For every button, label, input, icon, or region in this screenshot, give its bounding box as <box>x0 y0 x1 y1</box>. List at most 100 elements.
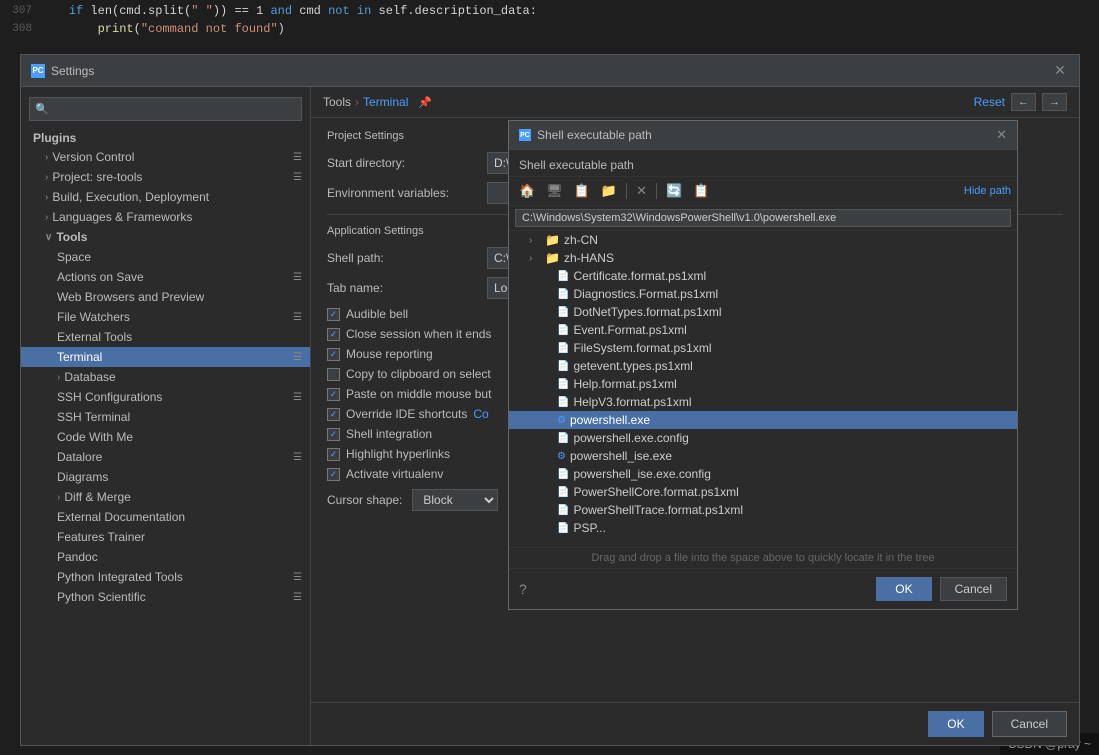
sidebar-item-datalore[interactable]: Datalore ☰ <box>21 447 310 467</box>
tree-item-helpv3[interactable]: 📄 HelpV3.format.ps1xml <box>509 393 1017 411</box>
sidebar-item-tools[interactable]: ∨ Tools <box>21 227 310 247</box>
sidebar-item-diff-merge[interactable]: › Diff & Merge <box>21 487 310 507</box>
sidebar-label-build: Build, Execution, Deployment <box>52 190 302 204</box>
search-input[interactable] <box>29 97 302 121</box>
sidebar-item-plugins[interactable]: Plugins <box>21 127 310 147</box>
search-box: 🔍 <box>29 97 302 121</box>
file-chooser-dialog: PC Shell executable path ✕ Shell executa… <box>508 120 1018 610</box>
fd-hide-path-button[interactable]: Hide path <box>964 185 1011 197</box>
fd-clipboard-button[interactable]: 📋 <box>570 181 594 201</box>
reset-button[interactable]: Reset <box>974 95 1005 109</box>
cursor-shape-label: Cursor shape: <box>327 493 402 507</box>
sidebar-item-features-trainer[interactable]: Features Trainer <box>21 527 310 547</box>
sidebar-item-database[interactable]: › Database <box>21 367 310 387</box>
sidebar-item-terminal[interactable]: Terminal ☰ <box>21 347 310 367</box>
cb-label-paste-middle: Paste on middle mouse but <box>346 387 491 401</box>
tree-item-dotnet[interactable]: 📄 DotNetTypes.format.ps1xml <box>509 303 1017 321</box>
tree-item-zh-hans[interactable]: › 📁 zh-HANS <box>509 249 1017 267</box>
settings-close-button[interactable]: ✕ <box>1051 62 1069 80</box>
sidebar-label-database: Database <box>64 370 302 384</box>
cb-audible-bell[interactable] <box>327 308 340 321</box>
tree-item-powershell-ise-config[interactable]: 📄 powershell_ise.exe.config <box>509 465 1017 483</box>
fd-ok-button[interactable]: OK <box>876 577 931 601</box>
fd-cancel-button[interactable]: Cancel <box>940 577 1007 601</box>
tree-item-powershell-ise[interactable]: ⚙ powershell_ise.exe <box>509 447 1017 465</box>
fd-home-button[interactable]: 🏠 <box>515 181 539 201</box>
nav-forward-button[interactable]: → <box>1042 93 1067 111</box>
breadcrumb: Tools › Terminal 📌 <box>323 95 432 109</box>
sidebar-item-external-tools[interactable]: External Tools <box>21 327 310 347</box>
sidebar-label-diff-merge: Diff & Merge <box>64 490 302 504</box>
sidebar-item-ssh-terminal[interactable]: SSH Terminal <box>21 407 310 427</box>
cb-label-close-session: Close session when it ends <box>346 327 491 341</box>
tree-item-diagnostics[interactable]: 📄 Diagnostics.Format.ps1xml <box>509 285 1017 303</box>
override-link[interactable]: Co <box>473 407 488 421</box>
sidebar-item-project[interactable]: › Project: sre-tools ☰ <box>21 167 310 187</box>
tree-item-powershell-exe-config[interactable]: 📄 powershell.exe.config <box>509 429 1017 447</box>
file-icon: 📄 <box>557 289 569 300</box>
cb-label-highlight-hyperlinks: Highlight hyperlinks <box>346 447 450 461</box>
sidebar-label-external-tools: External Tools <box>57 330 302 344</box>
settings-ok-button[interactable]: OK <box>928 711 983 737</box>
code-line-307: if len(cmd.split(" ")) == 1 and cmd not … <box>40 2 537 20</box>
fd-delete-button[interactable]: ✕ <box>632 181 651 201</box>
sidebar-item-pandoc[interactable]: Pandoc <box>21 547 310 567</box>
fd-path-input[interactable] <box>515 209 1011 227</box>
pc-icon: PC <box>31 64 45 78</box>
sidebar-item-python-scientific[interactable]: Python Scientific ☰ <box>21 587 310 607</box>
tree-item-filesystem[interactable]: 📄 FileSystem.format.ps1xml <box>509 339 1017 357</box>
toolbar-separator2 <box>656 183 657 199</box>
sidebar-item-space[interactable]: Space <box>21 247 310 267</box>
tree-item-getevent[interactable]: 📄 getevent.types.ps1xml <box>509 357 1017 375</box>
sidebar-item-python-tools[interactable]: Python Integrated Tools ☰ <box>21 567 310 587</box>
cb-mouse-reporting[interactable] <box>327 348 340 361</box>
tree-item-help[interactable]: 📄 Help.format.ps1xml <box>509 375 1017 393</box>
sidebar-item-diagrams[interactable]: Diagrams <box>21 467 310 487</box>
fd-copy-path-button[interactable]: 📋 <box>689 181 713 201</box>
tree-item-pstrace[interactable]: 📄 PowerShellTrace.format.ps1xml <box>509 501 1017 519</box>
cb-shell-integration[interactable] <box>327 428 340 441</box>
sidebar-badge: ☰ <box>293 572 302 583</box>
fd-refresh-button[interactable]: 🔄 <box>662 181 686 201</box>
sidebar-label-python-scientific: Python Scientific <box>57 590 293 604</box>
cb-activate-virtualenv[interactable] <box>327 468 340 481</box>
tree-item-pscore[interactable]: 📄 PowerShellCore.format.ps1xml <box>509 483 1017 501</box>
cb-paste-middle[interactable] <box>327 388 340 401</box>
sidebar-item-external-docs[interactable]: External Documentation <box>21 507 310 527</box>
cb-highlight-hyperlinks[interactable] <box>327 448 340 461</box>
sidebar-item-actions-on-save[interactable]: Actions on Save ☰ <box>21 267 310 287</box>
fd-folder-button[interactable]: 📁 <box>597 181 621 201</box>
sidebar-item-languages[interactable]: › Languages & Frameworks <box>21 207 310 227</box>
tree-item-event[interactable]: 📄 Event.Format.ps1xml <box>509 321 1017 339</box>
file-dialog-header: PC Shell executable path ✕ <box>509 121 1017 150</box>
file-dialog-close-button[interactable]: ✕ <box>996 127 1007 143</box>
nav-back-button[interactable]: ← <box>1011 93 1036 111</box>
file-icon: 📄 <box>557 361 569 372</box>
file-icon: 📄 <box>557 307 569 318</box>
breadcrumb-current: Terminal <box>363 95 408 109</box>
fd-hint-text: Drag and drop a file into the space abov… <box>509 548 1017 569</box>
tree-label: powershell.exe <box>570 413 650 427</box>
file-icon: 📄 <box>557 523 569 534</box>
sidebar-badge: ☰ <box>293 152 302 163</box>
tree-item-powershell-exe[interactable]: ⚙ powershell.exe <box>509 411 1017 429</box>
fd-computer-button[interactable]: 🖥 <box>542 181 567 201</box>
tree-item-zh-cn[interactable]: › 📁 zh-CN <box>509 231 1017 249</box>
tab-name-label: Tab name: <box>327 281 487 295</box>
sidebar-item-web-browsers[interactable]: Web Browsers and Preview <box>21 287 310 307</box>
cb-close-session[interactable] <box>327 328 340 341</box>
cursor-shape-select[interactable]: Block Underline Vertical <box>412 489 498 511</box>
tree-item-certificate[interactable]: 📄 Certificate.format.ps1xml <box>509 267 1017 285</box>
sidebar-item-version-control[interactable]: › Version Control ☰ <box>21 147 310 167</box>
settings-cancel-button[interactable]: Cancel <box>992 711 1067 737</box>
sidebar-item-ssh-configs[interactable]: SSH Configurations ☰ <box>21 387 310 407</box>
sidebar-item-file-watchers[interactable]: File Watchers ☰ <box>21 307 310 327</box>
fd-help-button[interactable]: ? <box>519 581 527 597</box>
cb-clipboard[interactable] <box>327 368 340 381</box>
sidebar-item-code-with-me[interactable]: Code With Me <box>21 427 310 447</box>
tree-item-psp[interactable]: 📄 PSP... <box>509 519 1017 537</box>
sidebar-item-build[interactable]: › Build, Execution, Deployment <box>21 187 310 207</box>
start-dir-label: Start directory: <box>327 156 487 170</box>
cb-override-ide[interactable] <box>327 408 340 421</box>
file-dialog-title-wrap: PC Shell executable path <box>519 128 652 142</box>
